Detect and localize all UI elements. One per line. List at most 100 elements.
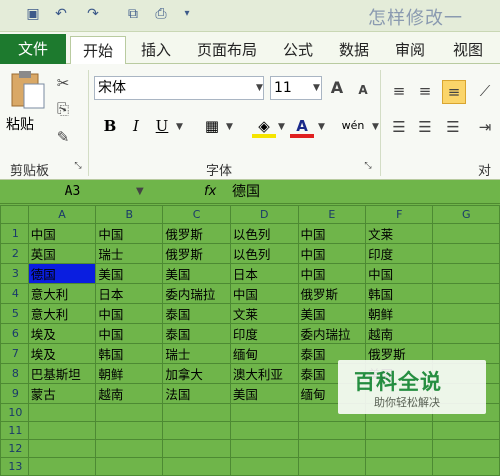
grow-font-icon[interactable]: A — [326, 77, 348, 99]
table-cell[interactable]: 俄罗斯 — [297, 283, 367, 304]
table-cell[interactable] — [297, 457, 367, 476]
table-cell[interactable]: 日本 — [95, 283, 164, 304]
dialog-launcher-icon[interactable]: ⤡ — [362, 160, 374, 172]
align-center-icon[interactable]: ☰ — [414, 116, 436, 138]
table-cell[interactable] — [432, 263, 500, 284]
copy-format-icon[interactable]: ⧉ — [124, 5, 142, 23]
table-cell[interactable]: 越南 — [365, 323, 434, 344]
tab-file[interactable]: 文件 — [0, 34, 66, 64]
tab-layout[interactable]: 页面布局 — [188, 36, 266, 64]
format-painter-icon[interactable]: ✎ — [52, 126, 74, 148]
redo-icon[interactable]: ↷ — [84, 5, 102, 23]
table-cell[interactable]: 美国 — [162, 263, 231, 284]
table-cell[interactable]: 印度 — [229, 323, 299, 344]
table-cell[interactable]: 中国 — [297, 243, 367, 264]
table-cell[interactable]: 美国 — [229, 383, 299, 404]
table-cell[interactable]: 以色列 — [229, 223, 299, 244]
table-cell[interactable] — [229, 403, 299, 422]
shrink-font-icon[interactable]: A — [352, 79, 374, 101]
column-header[interactable]: F — [365, 205, 434, 224]
align-right-icon[interactable]: ☰ — [442, 116, 464, 138]
chevron-down-icon[interactable]: ▼ — [372, 122, 379, 132]
table-cell[interactable] — [432, 457, 500, 476]
column-header[interactable]: A — [27, 205, 97, 224]
italic-button[interactable]: I — [124, 114, 148, 138]
table-cell[interactable]: 澳大利亚 — [229, 363, 299, 384]
table-cell[interactable]: 中国 — [95, 303, 164, 324]
table-cell[interactable]: 中国 — [297, 223, 367, 244]
table-cell[interactable] — [229, 439, 299, 458]
name-box[interactable]: A3 — [0, 182, 145, 202]
table-cell[interactable]: 美国 — [95, 263, 164, 284]
table-cell[interactable]: 文莱 — [365, 223, 434, 244]
column-header[interactable]: E — [297, 205, 367, 224]
preview-icon[interactable]: ⎙ — [152, 5, 170, 23]
table-cell[interactable] — [432, 243, 500, 264]
row-header[interactable]: 6 — [0, 323, 29, 344]
table-cell[interactable] — [432, 439, 500, 458]
undo-icon[interactable]: ↶ — [52, 5, 70, 23]
table-cell[interactable]: 瑞士 — [162, 343, 231, 364]
row-header[interactable]: 2 — [0, 243, 29, 264]
table-cell[interactable] — [95, 403, 164, 422]
table-cell[interactable] — [365, 421, 434, 440]
select-all-corner[interactable] — [0, 205, 29, 224]
table-cell[interactable] — [162, 403, 231, 422]
table-cell[interactable]: 韩国 — [365, 283, 434, 304]
tab-insert[interactable]: 插入 — [132, 36, 180, 64]
tab-formula[interactable]: 公式 — [274, 36, 322, 64]
table-cell[interactable] — [27, 403, 97, 422]
fill-color-icon[interactable]: ◈ — [252, 114, 276, 138]
table-cell[interactable] — [27, 457, 97, 476]
table-cell[interactable] — [27, 421, 97, 440]
spreadsheet-grid[interactable]: A B C D E F G 1 中国 中国 俄罗斯 以色列 中国 文莱 2 英国 瑞士 俄罗斯 以色列… — [0, 205, 500, 476]
font-name-select[interactable]: 宋体 — [94, 76, 264, 100]
chevron-down-icon[interactable]: ▼ — [313, 83, 320, 93]
table-cell[interactable]: 巴基斯坦 — [27, 363, 97, 384]
table-cell[interactable]: 加拿大 — [162, 363, 231, 384]
table-cell[interactable]: 俄罗斯 — [162, 243, 231, 264]
table-cell[interactable] — [432, 323, 500, 344]
row-header[interactable]: 10 — [0, 403, 29, 422]
chevron-down-icon[interactable]: ▼ — [256, 83, 263, 93]
table-cell[interactable] — [365, 439, 434, 458]
table-cell[interactable]: 俄罗斯 — [162, 223, 231, 244]
column-header[interactable]: B — [95, 205, 164, 224]
table-cell[interactable]: 埃及 — [27, 343, 97, 364]
row-header[interactable]: 5 — [0, 303, 29, 324]
row-header[interactable]: 9 — [0, 383, 29, 404]
table-cell[interactable]: 美国 — [297, 303, 367, 324]
underline-button[interactable]: U — [150, 114, 174, 138]
row-header[interactable]: 12 — [0, 439, 29, 458]
table-cell[interactable]: 韩国 — [95, 343, 164, 364]
table-cell[interactable]: 意大利 — [27, 283, 97, 304]
table-cell[interactable]: 中国 — [229, 283, 299, 304]
table-cell[interactable]: 瑞士 — [95, 243, 164, 264]
customize-icon[interactable]: ▾ — [178, 5, 196, 23]
paste-button-label[interactable]: 粘贴 — [6, 114, 34, 134]
dialog-launcher-icon[interactable]: ⤡ — [72, 160, 84, 172]
tab-review[interactable]: 审阅 — [386, 36, 434, 64]
phonetic-guide-icon[interactable]: wén — [338, 114, 368, 138]
cut-icon[interactable]: ✂ — [52, 72, 74, 94]
table-cell[interactable]: 中国 — [365, 263, 434, 284]
table-cell[interactable] — [162, 457, 231, 476]
copy-icon[interactable]: ⎘ — [52, 98, 74, 120]
orientation-icon[interactable]: ⟋ — [474, 80, 496, 102]
table-cell[interactable] — [432, 421, 500, 440]
chevron-down-icon[interactable]: ▼ — [278, 122, 285, 132]
bold-button[interactable]: B — [98, 114, 122, 138]
table-cell[interactable] — [432, 223, 500, 244]
paste-icon[interactable] — [8, 70, 46, 110]
row-header[interactable]: 4 — [0, 283, 29, 304]
align-left-icon[interactable]: ☰ — [388, 116, 410, 138]
table-cell[interactable]: 委内瑞拉 — [162, 283, 231, 304]
table-cell[interactable]: 缅甸 — [229, 343, 299, 364]
table-cell[interactable]: 蒙古 — [27, 383, 97, 404]
table-cell[interactable] — [229, 421, 299, 440]
tab-home[interactable]: 开始 — [70, 36, 126, 64]
chevron-down-icon[interactable]: ▼ — [318, 122, 325, 132]
table-cell[interactable]: 德国 — [27, 263, 97, 284]
table-cell[interactable]: 中国 — [297, 263, 367, 284]
formula-input[interactable]: 德国 — [232, 182, 260, 202]
